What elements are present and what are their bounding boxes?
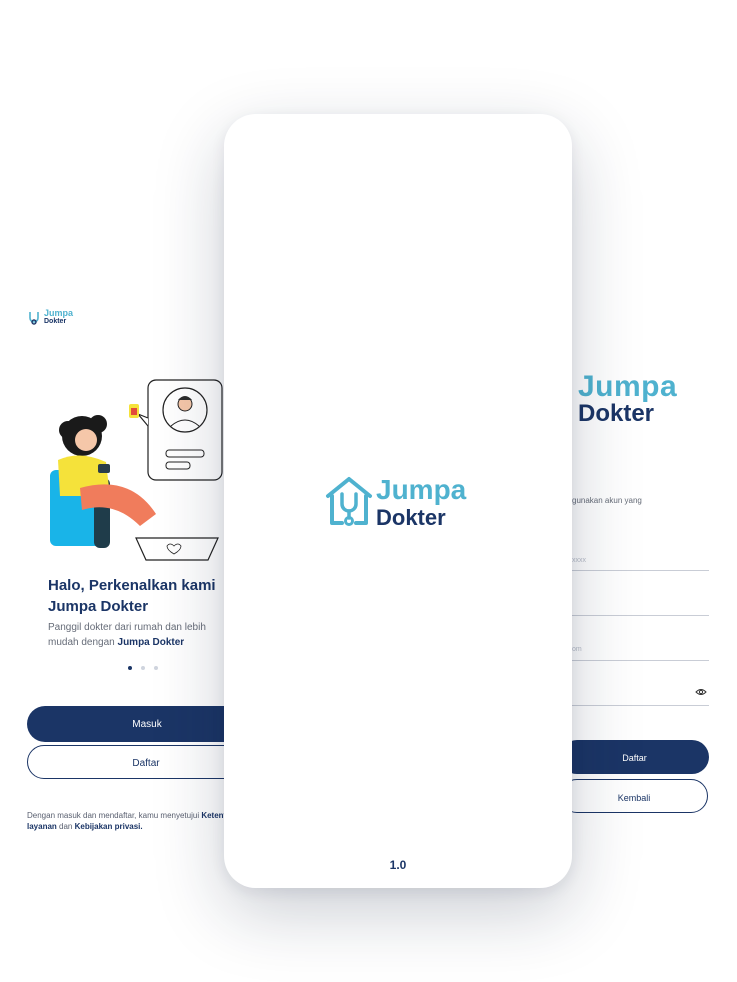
splash-logo-jumpa: Jumpa (376, 474, 467, 505)
page-indicator (128, 666, 158, 670)
splash-logo: Jumpa Dokter (324, 474, 484, 534)
app-logo-small: Jumpa Dokter (28, 308, 88, 330)
register-subtitle: gunakan akun yang (572, 496, 642, 505)
register-logo-jumpa: Jumpa (578, 370, 678, 403)
register-daftar-button[interactable]: Daftar (560, 740, 709, 774)
page-dot-2[interactable] (141, 666, 145, 670)
page-dot-1[interactable] (128, 666, 132, 670)
app-version: 1.0 (389, 858, 407, 872)
logo-word-dokter: Dokter (44, 318, 67, 325)
splash-logo-dokter: Dokter (376, 505, 446, 530)
eye-icon[interactable] (695, 687, 707, 697)
logo-word-jumpa: Jumpa (44, 308, 74, 318)
field-placeholder: xxxx (572, 557, 586, 564)
field-placeholder: om (572, 646, 582, 653)
password-field[interactable] (572, 705, 709, 706)
register-logo-dokter: Dokter (578, 400, 655, 427)
stethoscope-house-icon (29, 312, 39, 325)
splash-screen: Jumpa Dokter 1.0 (224, 114, 572, 888)
description-brand: Jumpa Dokter (117, 637, 185, 648)
page-dot-3[interactable] (154, 666, 158, 670)
register-input-field[interactable] (572, 570, 709, 571)
onboarding-title: Halo, Perkenalkan kami Jumpa Dokter (48, 577, 216, 615)
register-input-field[interactable] (572, 615, 709, 616)
register-input-field[interactable] (572, 660, 709, 661)
house-stethoscope-icon (326, 477, 372, 526)
kembali-button[interactable]: Kembali (560, 779, 708, 813)
doctor-call-illustration (50, 379, 223, 561)
privacy-policy-link[interactable]: Kebijakan privasi. (75, 822, 143, 831)
onboarding-description: Panggil dokter dari rumah dan lebih muda… (48, 620, 228, 650)
terms-mid: dan (56, 822, 75, 831)
terms-prefix: Dengan masuk dan mendaftar, kamu menyetu… (27, 811, 202, 820)
